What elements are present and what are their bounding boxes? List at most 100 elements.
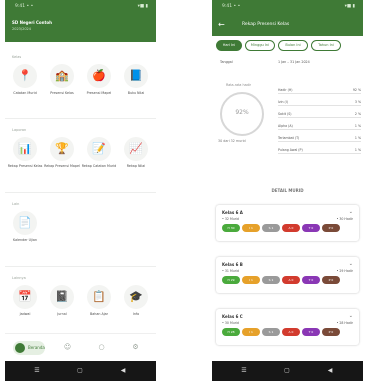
donut-caption: Rata-rata hadir	[226, 83, 251, 87]
calendar-icon: 📅	[13, 285, 37, 309]
nav-home-label: Beranda	[28, 345, 45, 350]
status-pill: T 0	[302, 328, 320, 336]
status-pill: A 0	[282, 224, 300, 232]
section-label: Lainnya	[12, 276, 26, 280]
tab-month[interactable]: Bulan Ini	[278, 40, 308, 51]
card-present: • 29 Hadir	[336, 269, 353, 273]
divider	[5, 118, 156, 119]
status-pill: H 29	[222, 276, 240, 284]
score-row: Terlambat (T) 1 %	[278, 136, 361, 142]
status-icons: ▾■ ▮	[344, 4, 355, 9]
score-row: Izin (I) 3 %	[278, 100, 361, 106]
menu-item[interactable]: 🎓 Info	[118, 285, 154, 323]
divider	[5, 266, 156, 267]
recents-icon[interactable]: ☰	[33, 367, 41, 375]
score-value: 1 %	[354, 136, 361, 140]
donut-sub: 30 dari 32 murid	[218, 139, 246, 143]
score-value: 1 %	[354, 124, 361, 128]
settings-icon[interactable]: ⚙	[131, 343, 140, 352]
detail-header: ← Rekap Presensi Kelas	[212, 14, 363, 36]
menu-item-label: Presensi Kelas	[50, 91, 74, 95]
material-icon: 📋	[87, 285, 111, 309]
menu-item[interactable]: 📈 Rekap Nilai	[118, 137, 154, 175]
section-label: Laporan	[12, 128, 27, 132]
date-range: 1 Jan – 31 Jan 2024	[278, 60, 310, 64]
menu-item[interactable]: 📊 Rekap Presensi Kelas	[7, 137, 43, 175]
chevron-down-icon[interactable]: ⌄	[349, 209, 353, 215]
home-icon	[15, 343, 25, 353]
class-card[interactable]: Kelas 6 A ⌄ • 32 Murid • 30 Hadir H 30 I 1S 1…	[216, 205, 359, 241]
chevron-down-icon[interactable]: ⌄	[349, 313, 353, 319]
menu-item[interactable]: 📅 Jadwal	[7, 285, 43, 323]
menu-item-label: Rekap Nilai	[126, 164, 146, 168]
status-pill: T 0	[302, 276, 320, 284]
location-pin-icon: 📍	[13, 64, 37, 88]
menu-item-label: Rekap Catatan Murid	[81, 164, 117, 168]
people-icon[interactable]: ☺	[63, 343, 72, 352]
section-label: Kelas	[12, 55, 22, 59]
score-value: 2 %	[354, 112, 361, 116]
menu-item[interactable]: 🏆 Rekap Presensi Mapel	[44, 137, 80, 175]
class-card[interactable]: Kelas 6 C ⌄ • 30 Murid • 28 Hadir H 28 I 1S 1…	[216, 309, 359, 345]
document-icon: 📄	[13, 211, 37, 235]
status-pill: P 0	[322, 276, 340, 284]
menu-item[interactable]: 📓 Jurnal	[44, 285, 80, 323]
class-icon: 🏫	[50, 64, 74, 88]
home-screen: 9:41 • • ▾■ ▮ SD Negeri Contoh 2023/2024…	[5, 0, 156, 381]
system-nav-bar: ☰ ▢ ◀	[5, 361, 156, 381]
card-title: Kelas 6 A	[222, 210, 243, 215]
menu-item[interactable]: 📄 Kalender Ujian	[7, 211, 43, 249]
book-icon: 📘	[124, 64, 148, 88]
school-name: SD Negeri Contoh	[12, 20, 53, 25]
score-name: Terlambat (T)	[278, 136, 300, 140]
score-name: Izin (I)	[278, 100, 288, 104]
menu-item-label: Rekap Presensi Mapel	[44, 164, 80, 168]
back-icon[interactable]: ◀	[119, 367, 127, 375]
status-bar: 9:41 • • ▾■ ▮	[212, 0, 363, 14]
status-icons: ▾■ ▮	[137, 4, 148, 9]
menu-item-label: Presensi Mapel	[86, 91, 112, 95]
tab-today[interactable]: Hari Ini	[216, 40, 242, 51]
status-pill: H 30	[222, 224, 240, 232]
notes-icon: 📝	[87, 137, 111, 161]
home-system-icon[interactable]: ▢	[76, 367, 84, 375]
score-name: Sakit (S)	[278, 112, 292, 116]
score-value: 1 %	[354, 148, 361, 152]
back-arrow-icon[interactable]: ←	[218, 20, 225, 29]
menu-item[interactable]: 🏫 Presensi Kelas	[44, 64, 80, 102]
menu-item[interactable]: 📝 Rekap Catatan Murid	[81, 137, 117, 175]
status-pill: S 1	[262, 328, 280, 336]
card-title: Kelas 6 B	[222, 262, 243, 267]
donut-value: 92%	[235, 109, 249, 116]
menu-item[interactable]: 📘 Buku Nilai	[118, 64, 154, 102]
bell-icon[interactable]: ○	[97, 343, 106, 352]
score-row: Alpha (A) 1 %	[278, 124, 361, 130]
recents-icon[interactable]: ☰	[240, 367, 248, 375]
menu-item[interactable]: 🍎 Presensi Mapel	[81, 64, 117, 102]
menu-item[interactable]: 📋 Bahan Ajar	[81, 285, 117, 323]
menu-item[interactable]: 📍 Catatan Murid	[7, 64, 43, 102]
tab-year[interactable]: Tahun Ini	[311, 40, 341, 51]
back-icon[interactable]: ◀	[326, 367, 334, 375]
system-nav-bar: ☰ ▢ ◀	[212, 361, 363, 381]
score-name: Alpha (A)	[278, 124, 293, 128]
menu-item-label: Buku Nilai	[127, 91, 145, 95]
report-icon: 📈	[124, 137, 148, 161]
bottom-nav: Beranda ☺ ○ ⚙	[5, 333, 156, 361]
status-pill: S 1	[262, 224, 280, 232]
card-title: Kelas 6 C	[222, 314, 243, 319]
score-row: Sakit (S) 2 %	[278, 112, 361, 118]
class-card[interactable]: Kelas 6 B ⌄ • 31 Murid • 29 Hadir H 29 I 1S 1…	[216, 257, 359, 293]
home-system-icon[interactable]: ▢	[283, 367, 291, 375]
divider	[5, 192, 156, 193]
detail-screen: 9:41 • • ▾■ ▮ ← Rekap Presensi Kelas Har…	[212, 0, 363, 381]
journal-icon: 📓	[50, 285, 74, 309]
nav-home-button[interactable]: Beranda	[13, 341, 45, 355]
status-time: 9:41 • •	[15, 4, 34, 9]
page-title: Rekap Presensi Kelas	[242, 22, 290, 27]
section-label: Lain	[12, 202, 20, 206]
chevron-down-icon[interactable]: ⌄	[349, 261, 353, 267]
tab-week[interactable]: Minggu Ini	[245, 40, 275, 51]
section-title: DETAIL MURID	[271, 188, 304, 193]
score-value: 3 %	[354, 100, 361, 104]
